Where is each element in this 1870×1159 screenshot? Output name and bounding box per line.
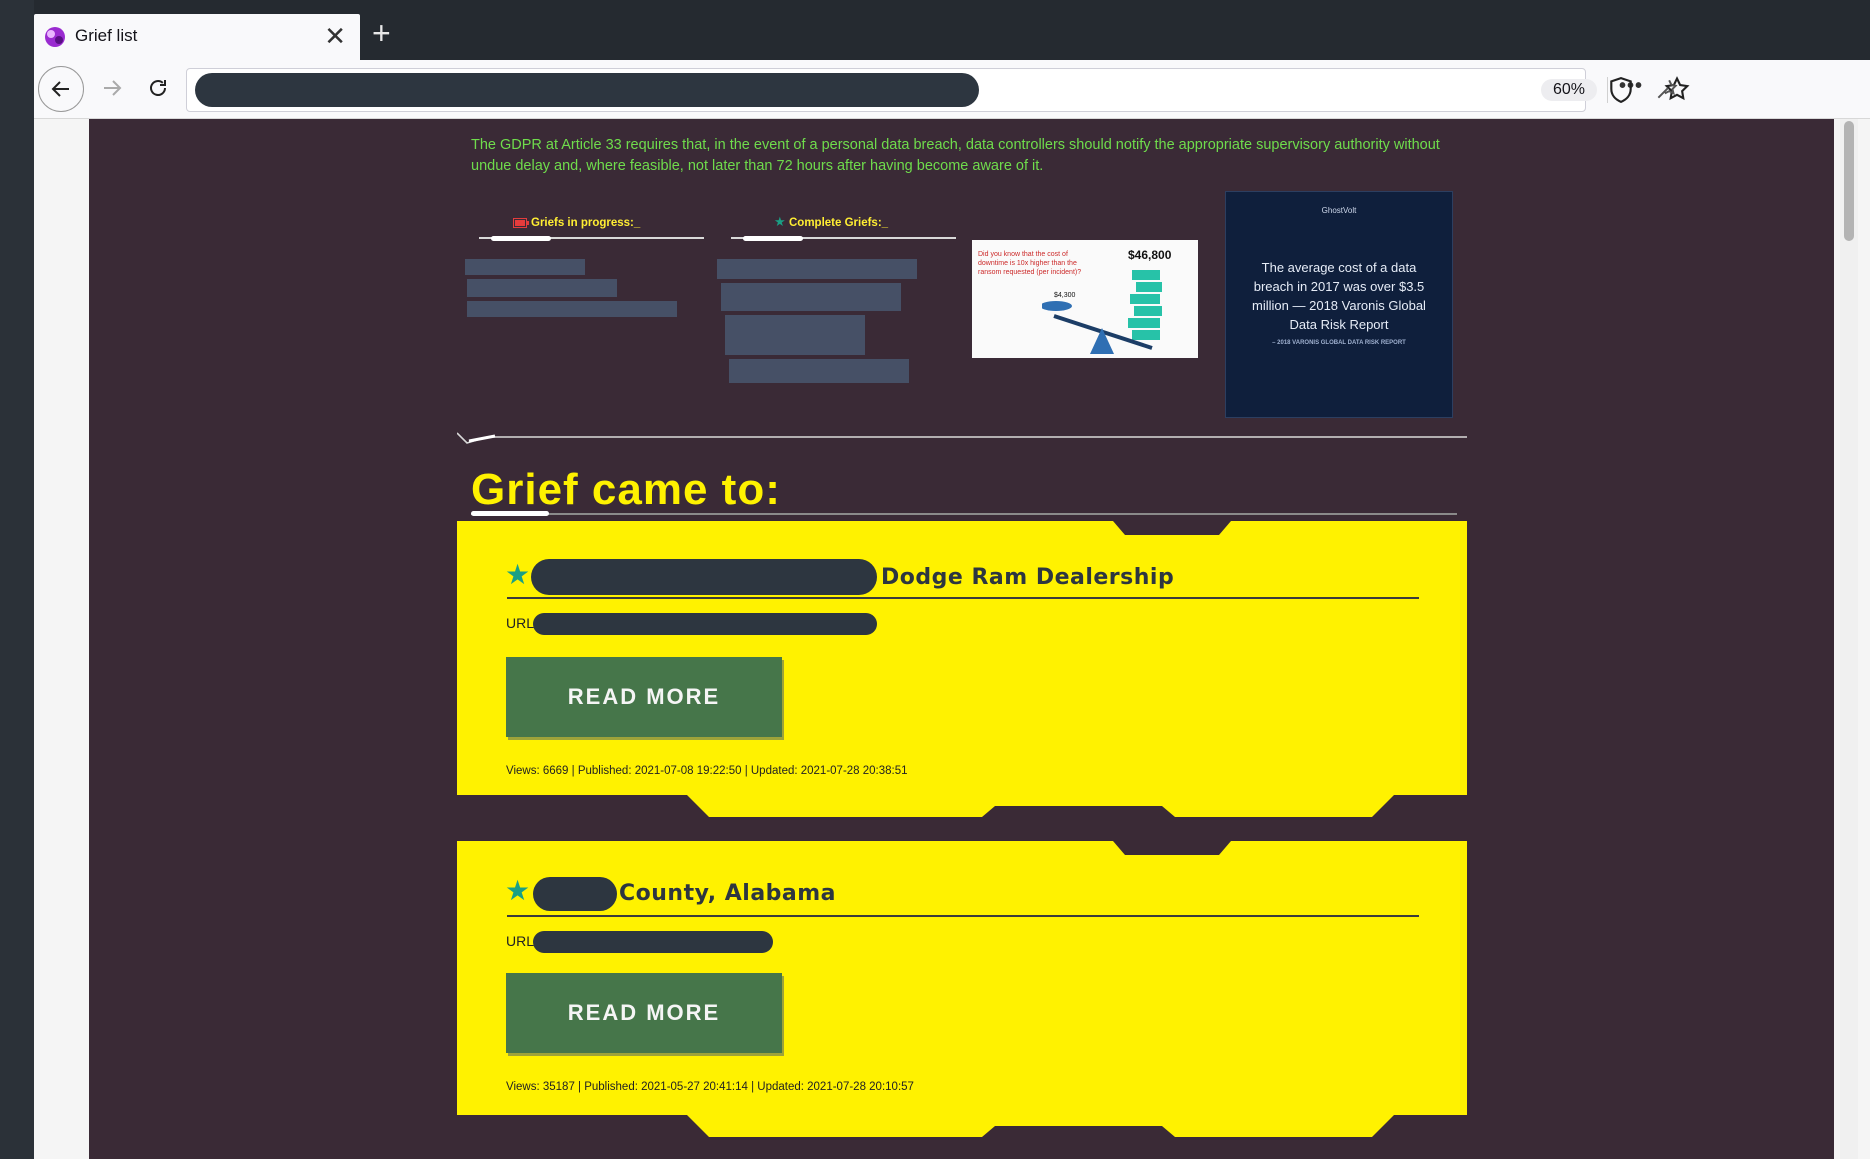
report-brand: GhostVolt bbox=[1321, 206, 1357, 215]
card-url-label: URL bbox=[506, 615, 535, 631]
star-icon: ★ bbox=[505, 559, 531, 590]
blurred-content bbox=[465, 259, 585, 275]
forward-button[interactable] bbox=[92, 68, 132, 108]
blurred-content bbox=[717, 259, 917, 279]
gdpr-notice: The GDPR at Article 33 requires that, in… bbox=[471, 137, 1440, 174]
arrow-left-icon bbox=[51, 81, 69, 97]
section-divider bbox=[457, 432, 1467, 444]
grief-list-page: The GDPR at Article 33 requires that, in… bbox=[89, 119, 1834, 1159]
redacted-url bbox=[195, 73, 979, 107]
card-title-underline bbox=[507, 915, 1419, 917]
tab-bar: Grief list ✕ + bbox=[34, 0, 1870, 60]
navigation-toolbar: 60% ••• bbox=[34, 60, 1870, 119]
page-viewport: The GDPR at Article 33 requires that, in… bbox=[34, 119, 1870, 1159]
card-meta: Views: 35187 | Published: 2021-05-27 20:… bbox=[506, 1081, 914, 1093]
browser-window: Grief list ✕ + 60% ••• The GDPR at Artic… bbox=[34, 0, 1870, 1159]
zoom-level-badge[interactable]: 60% bbox=[1541, 79, 1598, 101]
data-breach-report-image[interactable]: GhostVolt The average cost of a data bre… bbox=[1225, 191, 1453, 418]
card-meta: Views: 6669 | Published: 2021-07-08 19:2… bbox=[506, 765, 908, 777]
tab-grief-list[interactable]: Grief list ✕ bbox=[34, 14, 360, 60]
griefs-in-progress-heading: Griefs in progress:_ bbox=[531, 217, 641, 229]
redacted-victim-name bbox=[531, 559, 877, 595]
star-icon: ★ bbox=[774, 214, 786, 229]
redacted-url bbox=[533, 613, 877, 635]
blurred-content bbox=[467, 279, 617, 297]
card-title[interactable]: Dodge Ram Dealership bbox=[881, 565, 1174, 590]
new-tab-button[interactable]: + bbox=[372, 17, 391, 49]
back-button[interactable] bbox=[38, 66, 84, 112]
section-underline-accent bbox=[471, 511, 549, 516]
card-title[interactable]: County, Alabama bbox=[619, 881, 836, 906]
close-tab-icon[interactable]: ✕ bbox=[324, 22, 346, 50]
panel-underline-accent bbox=[491, 236, 551, 241]
ad-price-high: $46,800 bbox=[1128, 248, 1172, 262]
grief-card: ★ County, Alabama URL READ MORE Views: 3… bbox=[457, 841, 1467, 1159]
section-underline bbox=[471, 513, 1457, 515]
scrollbar-thumb[interactable] bbox=[1844, 121, 1854, 241]
report-citation: – 2018 VARONIS GLOBAL DATA RISK REPORT bbox=[1272, 340, 1406, 346]
site-favicon-icon bbox=[45, 27, 65, 47]
blurred-content bbox=[729, 359, 909, 383]
read-more-button[interactable]: READ MORE bbox=[506, 657, 782, 737]
tab-title: Grief list bbox=[75, 26, 138, 45]
blurred-content bbox=[721, 283, 901, 311]
extension-icon[interactable] bbox=[1654, 76, 1680, 102]
grief-card: ★ Dodge Ram Dealership URL READ MORE Vie… bbox=[457, 521, 1467, 841]
section-title: Grief came to: bbox=[471, 465, 781, 514]
blurred-content bbox=[467, 301, 677, 317]
report-text: The average cost of a data breach in 201… bbox=[1252, 260, 1426, 332]
complete-griefs-heading: Complete Griefs:_ bbox=[789, 217, 889, 229]
shield-icon[interactable] bbox=[1608, 76, 1634, 104]
read-more-button[interactable]: READ MORE bbox=[506, 973, 782, 1053]
card-title-underline bbox=[507, 597, 1419, 599]
downtime-cost-infographic[interactable]: Did you know that the cost of downtime i… bbox=[972, 240, 1198, 358]
redacted-victim-name bbox=[533, 877, 617, 911]
reload-icon bbox=[150, 80, 166, 96]
scale-illustration bbox=[1042, 270, 1162, 354]
battery-icon bbox=[513, 218, 529, 228]
panel-underline-accent bbox=[743, 236, 803, 241]
redacted-url bbox=[533, 931, 773, 953]
arrow-right-icon bbox=[104, 80, 122, 96]
star-icon: ★ bbox=[505, 875, 531, 906]
card-url-label: URL bbox=[506, 933, 535, 949]
address-bar[interactable]: 60% ••• bbox=[186, 68, 1690, 112]
reload-button[interactable] bbox=[138, 68, 178, 108]
blurred-content bbox=[725, 315, 865, 355]
vertical-scrollbar[interactable] bbox=[1840, 119, 1858, 1159]
